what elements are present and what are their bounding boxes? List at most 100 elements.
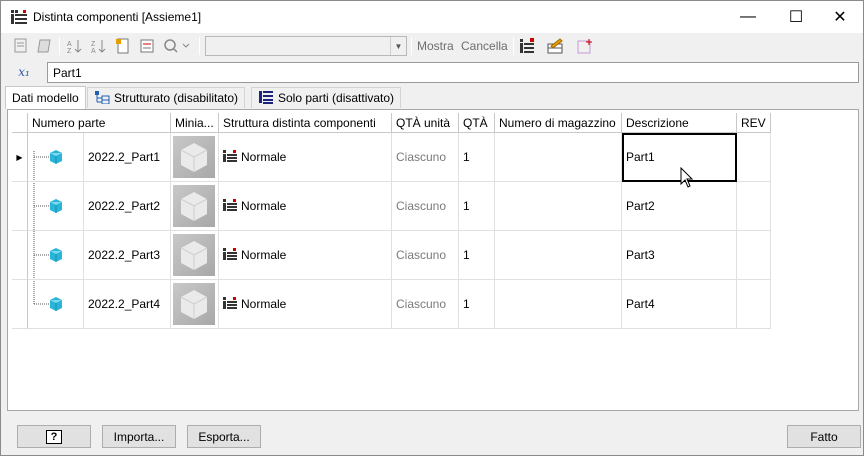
cell-bom-structure[interactable]: Normale bbox=[219, 280, 392, 329]
tab-model-data[interactable]: Dati modello bbox=[5, 86, 86, 109]
row-selector[interactable]: ▶ bbox=[12, 133, 28, 182]
svg-text:A: A bbox=[91, 48, 96, 54]
part-icon bbox=[28, 182, 83, 231]
column-header-bom-structure[interactable]: Struttura distinta componenti bbox=[219, 113, 392, 133]
cell-bom-structure[interactable]: Normale bbox=[219, 231, 392, 280]
tab-strip: Dati modello Strutturato (disabilitato) … bbox=[5, 86, 861, 109]
bom-structure-value: Normale bbox=[241, 150, 287, 164]
cell-unit-qty[interactable]: Ciascuno bbox=[392, 182, 459, 231]
cell-stock-number[interactable] bbox=[495, 133, 622, 182]
cell-stock-number[interactable] bbox=[495, 182, 622, 231]
formula-button[interactable]: x₁ bbox=[9, 62, 39, 82]
cell-thumbnail[interactable] bbox=[171, 231, 219, 280]
window-title: Distinta componenti [Assieme1] bbox=[33, 10, 202, 24]
cell-part-number[interactable]: 2022.2_Part3 bbox=[83, 231, 171, 280]
bom-dialog: Distinta componenti [Assieme1] — ☐ ✕ AZ … bbox=[0, 0, 864, 456]
cell-qty[interactable]: 1 bbox=[459, 280, 495, 329]
formula-row: x₁ bbox=[5, 59, 861, 85]
cell-unit-qty[interactable]: Ciascuno bbox=[392, 280, 459, 329]
import-button[interactable]: Importa... bbox=[102, 425, 176, 448]
column-header-rev[interactable]: REV bbox=[737, 113, 771, 133]
export-button[interactable]: Esporta... bbox=[187, 425, 261, 448]
title-bar: Distinta componenti [Assieme1] — ☐ ✕ bbox=[1, 1, 863, 33]
chevron-down-icon[interactable]: ▼ bbox=[390, 37, 406, 55]
svg-text:Z: Z bbox=[91, 41, 96, 48]
edit-table-icon[interactable] bbox=[545, 36, 565, 56]
part-thumbnail bbox=[173, 136, 215, 178]
close-button[interactable]: ✕ bbox=[817, 1, 863, 33]
help-button[interactable]: ? bbox=[17, 425, 91, 448]
cell-part-number[interactable]: 2022.2_Part2 bbox=[83, 182, 171, 231]
bom-structure-icon bbox=[223, 296, 237, 312]
cell-stock-number[interactable] bbox=[495, 231, 622, 280]
part-thumbnail bbox=[173, 283, 215, 325]
svg-text:A: A bbox=[67, 41, 72, 48]
row-selector[interactable] bbox=[12, 182, 28, 231]
tab-structured[interactable]: Strutturato (disabilitato) bbox=[87, 87, 246, 108]
sort-descending-icon[interactable]: ZA bbox=[89, 36, 109, 56]
bom-grid-panel: Numero parte Minia... Struttura distinta… bbox=[7, 109, 859, 411]
cell-thumbnail[interactable] bbox=[171, 182, 219, 231]
column-header-thumbnail[interactable]: Minia... bbox=[171, 113, 219, 133]
column-header-unit-qty[interactable]: QTÀ unità bbox=[392, 113, 459, 133]
bom-structure-icon bbox=[223, 149, 237, 165]
cell-stock-number[interactable] bbox=[495, 280, 622, 329]
header-corner bbox=[12, 113, 28, 133]
cell-qty[interactable]: 1 bbox=[459, 133, 495, 182]
cell-part-number[interactable]: 2022.2_Part4 bbox=[83, 280, 171, 329]
cell-rev[interactable] bbox=[737, 182, 771, 231]
parts-only-icon bbox=[258, 90, 274, 107]
bom-structure-value: Normale bbox=[241, 248, 287, 262]
cell-rev[interactable] bbox=[737, 231, 771, 280]
part-icon bbox=[28, 133, 83, 182]
renumber-icon[interactable] bbox=[137, 36, 157, 56]
cell-rev[interactable] bbox=[737, 133, 771, 182]
cell-description[interactable]: Part4 bbox=[622, 280, 737, 329]
cell-unit-qty[interactable]: Ciascuno bbox=[392, 231, 459, 280]
minimize-button[interactable]: — bbox=[725, 1, 771, 33]
cell-part-number[interactable]: 2022.2_Part1 bbox=[83, 133, 171, 182]
view-button[interactable]: Mostra bbox=[417, 39, 454, 53]
cell-thumbnail[interactable] bbox=[171, 133, 219, 182]
cell-qty[interactable]: 1 bbox=[459, 182, 495, 231]
column-header-part-number[interactable]: Numero parte bbox=[28, 113, 171, 133]
cell-bom-structure[interactable]: Normale bbox=[219, 133, 392, 182]
help-icon: ? bbox=[46, 429, 62, 444]
view-combo[interactable]: ▼ bbox=[205, 36, 407, 56]
paste-icon[interactable] bbox=[35, 36, 55, 56]
formula-input[interactable] bbox=[47, 62, 859, 83]
row-selector[interactable] bbox=[12, 231, 28, 280]
cell-qty[interactable]: 1 bbox=[459, 231, 495, 280]
structured-icon bbox=[94, 90, 110, 107]
cell-description[interactable]: Part3 bbox=[622, 231, 737, 280]
export-icon[interactable] bbox=[113, 36, 133, 56]
cell-thumbnail[interactable] bbox=[171, 280, 219, 329]
part-thumbnail bbox=[173, 185, 215, 227]
column-header-qty[interactable]: QTÀ bbox=[459, 113, 495, 133]
bom-structure-icon bbox=[223, 198, 237, 214]
row-selector[interactable] bbox=[12, 280, 28, 329]
bom-structure-value: Normale bbox=[241, 297, 287, 311]
cell-rev[interactable] bbox=[737, 280, 771, 329]
tab-label: Strutturato (disabilitato) bbox=[114, 91, 239, 105]
tab-parts-only[interactable]: Solo parti (disattivato) bbox=[251, 87, 402, 108]
tab-label: Solo parti (disattivato) bbox=[278, 91, 395, 105]
cell-description[interactable]: Part2 bbox=[622, 182, 737, 231]
tab-label: Dati modello bbox=[12, 91, 79, 105]
cell-bom-structure[interactable]: Normale bbox=[219, 182, 392, 231]
toolbar: AZ ZA ▼ Mostra Cancella bbox=[5, 34, 861, 58]
column-header-description[interactable]: Descrizione bbox=[622, 113, 737, 133]
find-icon[interactable] bbox=[161, 36, 193, 56]
cell-unit-qty[interactable]: Ciascuno bbox=[392, 133, 459, 182]
done-button[interactable]: Fatto bbox=[787, 425, 861, 448]
add-custom-icon[interactable] bbox=[575, 36, 595, 56]
copy-icon[interactable] bbox=[11, 36, 31, 56]
bom-app-icon bbox=[11, 10, 27, 24]
maximize-button[interactable]: ☐ bbox=[773, 1, 819, 33]
delete-button[interactable]: Cancella bbox=[461, 39, 508, 53]
bom-structure-value: Normale bbox=[241, 199, 287, 213]
part-thumbnail bbox=[173, 234, 215, 276]
column-header-stock-number[interactable]: Numero di magazzino bbox=[495, 113, 622, 133]
bom-settings-icon[interactable] bbox=[517, 36, 537, 56]
sort-ascending-icon[interactable]: AZ bbox=[65, 36, 85, 56]
